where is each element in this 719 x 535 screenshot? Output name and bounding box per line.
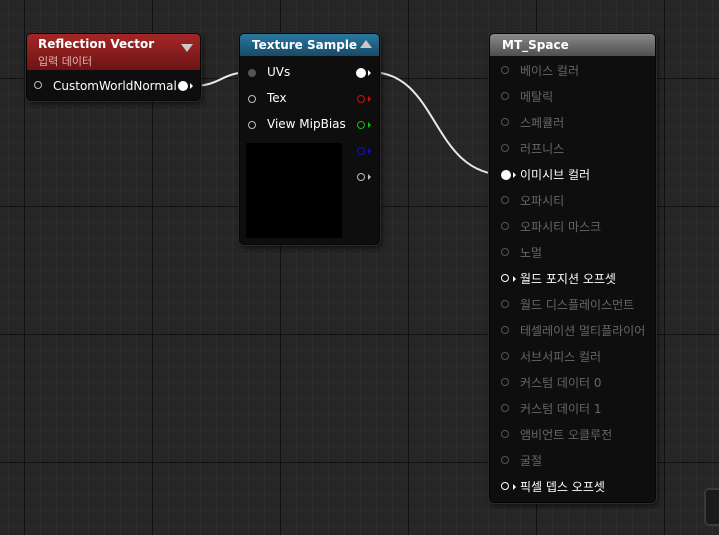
output-pin-icon[interactable] [178,81,188,91]
material-input-label: 커스텀 데이터 1 [520,402,602,416]
material-input-label: 러프니스 [520,142,565,156]
material-input-pin-icon[interactable] [501,456,509,464]
material-input-pin-icon[interactable] [501,170,511,180]
material-input-pin-icon[interactable] [501,430,509,438]
material-input-pin-icon[interactable] [501,196,509,204]
uvs-pin-icon[interactable] [248,69,256,77]
pin-arrow-icon [368,148,371,154]
custom-world-normal-label: CustomWorldNormal [53,79,177,93]
material-input-row[interactable]: 오파시티 마스크 [490,219,655,235]
material-input-pin-icon[interactable] [501,482,509,490]
material-input-row[interactable]: 오파시티 [490,193,655,209]
material-input-row[interactable]: 월드 포지션 오프셋 [490,271,655,287]
pin-arrow-icon [513,172,516,178]
wire-texture-to-emissive[interactable] [369,71,507,176]
reflection-vector-node[interactable]: Reflection Vector 입력 데이터 CustomWorldNorm… [26,33,201,101]
material-input-pin-icon[interactable] [501,248,509,256]
pin-arrow-icon [513,276,516,282]
material-input-label: 굴절 [520,454,543,468]
material-input-pin-icon[interactable] [501,378,509,386]
blue-output-pin-icon[interactable] [357,147,365,155]
tex-label: Tex [267,91,287,105]
texture-preview [246,143,342,238]
view-mipbias-label: View MipBias [267,117,346,131]
reflection-vector-title: Reflection Vector [38,37,155,51]
texture-sample-node[interactable]: Texture Sample UVs Tex View MipBias [239,33,380,245]
alpha-output-pin-icon[interactable] [357,173,365,181]
material-input-pin-icon[interactable] [501,118,509,126]
pin-arrow-icon [368,174,371,180]
reflection-vector-header[interactable]: Reflection Vector 입력 데이터 [27,34,200,70]
material-result-node[interactable]: MT_Space 베이스 컬러메탈릭스페큘러러프니스이미시브 컬러오파시티오파시… [489,33,656,503]
material-input-row[interactable]: 테셀레이션 멀티플라이어 [490,323,655,339]
pin-arrow-icon [190,83,193,89]
material-input-label: 월드 디스플레이스먼트 [520,298,635,312]
reflection-vector-subtitle: 입력 데이터 [38,55,93,68]
material-input-label: 테셀레이션 멀티플라이어 [520,324,646,338]
rgb-output-pin-icon[interactable] [356,68,366,78]
unused-pin-icon[interactable] [34,81,42,89]
material-input-row[interactable]: 메탈릭 [490,89,655,105]
material-input-row[interactable]: 커스텀 데이터 1 [490,401,655,417]
material-input-row[interactable]: 앰비언트 오클루전 [490,427,655,443]
material-input-label: 오파시티 마스크 [520,220,602,234]
material-input-pin-icon[interactable] [501,352,509,360]
texture-sample-header[interactable]: Texture Sample [240,34,379,56]
material-input-label: 노멀 [520,246,543,260]
corner-widget[interactable] [704,488,719,526]
material-input-row[interactable]: 커스텀 데이터 0 [490,375,655,391]
material-input-row[interactable]: 러프니스 [490,141,655,157]
green-output-pin-icon[interactable] [357,121,365,129]
tex-pin-icon[interactable] [248,95,256,103]
material-input-row[interactable]: 굴절 [490,453,655,469]
material-input-pin-icon[interactable] [501,274,509,282]
material-input-pin-icon[interactable] [501,326,509,334]
material-input-label: 서브서피스 컬러 [520,350,602,364]
material-input-pin-icon[interactable] [501,92,509,100]
material-input-pin-icon[interactable] [501,222,509,230]
texture-sample-title: Texture Sample [252,38,358,52]
material-input-pin-icon[interactable] [501,300,509,308]
material-input-label: 오파시티 [520,194,565,208]
material-input-label: 메탈릭 [520,90,554,104]
material-input-label: 베이스 컬러 [520,64,580,78]
collapse-arrow-icon[interactable] [181,44,193,52]
uvs-label: UVs [267,65,291,79]
material-input-label: 스페큘러 [520,116,565,130]
red-output-pin-icon[interactable] [357,95,365,103]
collapse-arrow-icon[interactable] [360,40,372,48]
material-input-pin-icon[interactable] [501,66,509,74]
material-input-row[interactable]: 스페큘러 [490,115,655,131]
reflection-output-row: CustomWorldNormal [27,78,200,94]
material-input-pin-icon[interactable] [501,144,509,152]
material-title: MT_Space [502,38,569,52]
material-input-row[interactable]: 베이스 컬러 [490,63,655,79]
material-input-label: 이미시브 컬러 [520,168,591,182]
material-input-label: 픽셀 뎁스 오프셋 [520,480,605,494]
pin-arrow-icon [513,484,516,490]
material-input-row[interactable]: 서브서피스 컬러 [490,349,655,365]
material-input-row[interactable]: 픽셀 뎁스 오프셋 [490,479,655,495]
material-input-pin-icon[interactable] [501,404,509,412]
material-input-label: 앰비언트 오클루전 [520,428,613,442]
material-input-label: 월드 포지션 오프셋 [520,272,616,286]
view-mipbias-pin-icon[interactable] [248,121,256,129]
pin-arrow-icon [368,96,371,102]
material-input-row[interactable]: 노멀 [490,245,655,261]
material-result-header[interactable]: MT_Space [490,34,655,56]
material-input-row[interactable]: 월드 디스플레이스먼트 [490,297,655,313]
material-input-label: 커스텀 데이터 0 [520,376,602,390]
material-input-row[interactable]: 이미시브 컬러 [490,167,655,183]
pin-arrow-icon [368,70,371,76]
pin-arrow-icon [368,122,371,128]
